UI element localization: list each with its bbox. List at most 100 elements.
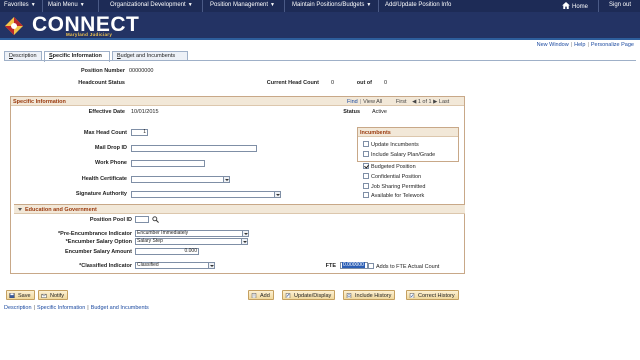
first-link[interactable]: First xyxy=(396,99,407,105)
specific-information-header: Specific Information Find | View All First… xyxy=(11,97,464,106)
tab-label: escription xyxy=(12,53,37,59)
row-position: 1 of 1 xyxy=(417,98,432,105)
sign-out-label: Sign out xyxy=(609,2,632,8)
include-salary-plan-label: Include Salary Plan/Grade xyxy=(371,152,436,158)
budgeted-position-label: Budgeted Position xyxy=(371,164,416,170)
headcount-status-label: Headcount Status xyxy=(78,80,125,86)
new-window-link[interactable]: New Window xyxy=(537,42,569,48)
dropdown-arrow-icon xyxy=(274,192,280,197)
job-sharing-permitted-label: Job Sharing Permitted xyxy=(371,184,426,190)
update-display-button[interactable]: Update/Display xyxy=(282,290,336,300)
max-head-count-label: Max Head Count xyxy=(83,130,127,136)
select-value: Classified xyxy=(137,262,159,268)
collapse-arrow-icon[interactable] xyxy=(18,208,22,211)
nav-divider xyxy=(284,0,285,12)
main-menu[interactable]: Main Menu ▼ xyxy=(48,2,85,8)
nav-divider xyxy=(98,0,99,12)
tab-label: pecific Information xyxy=(52,53,102,59)
home-label: Home xyxy=(572,4,589,10)
max-head-count-input[interactable]: 1 xyxy=(131,129,148,136)
encumber-salary-option-select[interactable]: Salary Step xyxy=(135,238,248,245)
budgeted-position-checkbox[interactable]: Budgeted Position xyxy=(363,163,416,170)
checkbox-box-checked[interactable] xyxy=(363,163,369,169)
save-disk-icon xyxy=(9,292,15,298)
view-all-link[interactable]: View All xyxy=(363,99,382,105)
include-history-button-label: Include History xyxy=(355,292,392,299)
adds-to-fte-checkbox[interactable]: Adds to FTE Actual Count xyxy=(368,263,439,270)
breadcrumb-add-update-position[interactable]: Add/Update Position Info xyxy=(385,2,451,8)
current-head-count-label: Current Head Count xyxy=(266,80,319,86)
signature-authority-select[interactable] xyxy=(131,191,281,198)
specific-information-title: Specific Information xyxy=(13,98,66,105)
nav-divider xyxy=(598,0,599,12)
save-button[interactable]: Save xyxy=(6,290,35,300)
breadcrumb-maintain-positions[interactable]: Maintain Positions/Budgets ▼ xyxy=(292,2,371,8)
maryland-flag-logo-icon xyxy=(5,17,23,35)
chevron-down-icon: ▼ xyxy=(366,2,372,8)
include-salary-plan-checkbox[interactable]: Include Salary Plan/Grade xyxy=(363,151,435,158)
breadcrumb-org-development[interactable]: Organizational Development ▼ xyxy=(110,2,193,8)
select-value: Encumber Immediately xyxy=(137,230,189,236)
checkbox-box[interactable] xyxy=(363,141,369,147)
tab-underline xyxy=(4,60,636,61)
position-pool-id-input[interactable] xyxy=(135,216,149,223)
status-value: Active xyxy=(372,109,387,115)
current-head-count-value: 0 xyxy=(331,80,335,86)
confidential-position-checkbox[interactable]: Confidential Position xyxy=(363,173,421,180)
prev-arrow-icon[interactable]: ◀ xyxy=(412,99,416,105)
find-link[interactable]: Find xyxy=(347,99,358,105)
checkbox-box[interactable] xyxy=(363,151,369,157)
checkbox-box[interactable] xyxy=(363,183,369,189)
last-link[interactable]: Last xyxy=(439,99,449,105)
position-number-label: Position Number xyxy=(80,68,125,74)
personalize-page-link[interactable]: Personalize Page xyxy=(591,42,634,48)
add-button-label: Add xyxy=(260,292,270,299)
correct-history-button[interactable]: Correct History xyxy=(406,290,459,300)
health-certificate-select[interactable] xyxy=(131,176,230,183)
row-pager: Find | View All First ◀ 1 of 1 ▶ Last xyxy=(347,98,450,105)
include-history-button[interactable]: Include History xyxy=(343,290,396,300)
checkbox-box[interactable] xyxy=(363,192,369,198)
encumber-salary-amount-label: Encumber Salary Amount xyxy=(64,249,132,255)
work-phone-input[interactable] xyxy=(131,160,205,167)
education-government-header[interactable]: Education and Government xyxy=(14,205,465,214)
chevron-down-icon: ▼ xyxy=(30,2,36,8)
notify-button[interactable]: Notify xyxy=(38,290,69,300)
favorites-menu[interactable]: Favorites ▼ xyxy=(4,2,36,8)
footer-link-budget-and-incumbents[interactable]: Budget and Incumbents xyxy=(91,305,149,311)
fte-label: FTE xyxy=(325,263,336,269)
add-button[interactable]: Add xyxy=(248,290,274,300)
search-lookup-icon[interactable] xyxy=(152,216,159,223)
available-for-telework-checkbox[interactable]: Available for Telework xyxy=(363,192,424,199)
pre-encumbrance-select[interactable]: Encumber Immediately xyxy=(135,230,249,237)
job-sharing-permitted-checkbox[interactable]: Job Sharing Permitted xyxy=(363,183,425,190)
next-arrow-icon[interactable]: ▶ xyxy=(433,99,437,105)
chevron-down-icon: ▼ xyxy=(79,2,85,8)
update-display-button-label: Update/Display xyxy=(294,292,332,299)
encumber-salary-amount-input[interactable]: 0.000 xyxy=(135,248,199,255)
footer-tab-links: Description | Specific Information | Budget … xyxy=(4,305,149,311)
correct-history-button-label: Correct History xyxy=(418,292,455,299)
update-page-icon xyxy=(285,292,291,298)
checkbox-box[interactable] xyxy=(368,263,374,269)
update-incumbents-checkbox[interactable]: Update Incumbents xyxy=(363,141,419,148)
dropdown-arrow-icon xyxy=(241,239,247,244)
fte-input[interactable]: 0.000000 xyxy=(340,262,368,269)
breadcrumb-label: Organizational Development xyxy=(110,2,186,8)
footer-link-specific-information[interactable]: Specific Information xyxy=(37,305,85,311)
dropdown-arrow-icon xyxy=(223,177,229,182)
mail-drop-id-input[interactable] xyxy=(131,145,257,152)
help-link[interactable]: Help xyxy=(574,42,585,48)
tab-label: udget and Incumbents xyxy=(120,53,176,59)
home-link[interactable]: Home xyxy=(562,2,588,10)
classified-indicator-select[interactable]: Classified xyxy=(135,262,215,269)
effective-date-value: 10/01/2015 xyxy=(131,109,159,115)
incumbents-header: Incumbents xyxy=(358,128,458,137)
breadcrumb-position-management[interactable]: Position Management ▼ xyxy=(210,2,275,8)
history-page-icon xyxy=(346,292,352,298)
sign-out-link[interactable]: Sign out xyxy=(609,2,631,8)
dropdown-arrow-icon xyxy=(208,263,214,268)
correct-history-page-icon xyxy=(409,292,415,298)
footer-link-description[interactable]: Description xyxy=(4,305,32,311)
checkbox-box[interactable] xyxy=(363,173,369,179)
